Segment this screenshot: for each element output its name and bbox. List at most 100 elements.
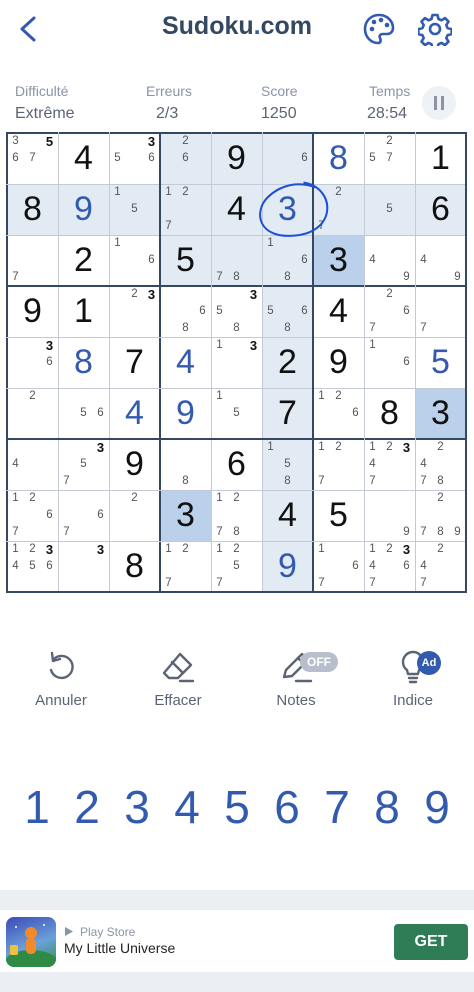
cell-value: 4 [278,496,297,534]
sudoku-cell[interactable]: 4 [58,133,109,184]
number-key-5[interactable]: 5 [212,780,262,840]
sudoku-cell[interactable]: 67 [58,490,109,541]
sudoku-cell[interactable]: 3 58 [211,286,262,337]
sudoku-cell[interactable]: 9 [313,337,364,388]
sudoku-cell[interactable]: 3 [262,184,313,235]
sudoku-cell[interactable]: 6 [262,133,313,184]
sudoku-cell[interactable]: 2 [109,490,160,541]
sudoku-cell[interactable]: 5 68 [262,286,313,337]
undo-button[interactable]: Annuler [6,650,116,709]
sudoku-cell[interactable]: 12 7 [313,439,364,490]
sudoku-cell[interactable]: 257 [364,133,415,184]
sudoku-cell[interactable]: 36 [7,337,58,388]
sudoku-cell[interactable]: 123 456 [7,541,58,592]
sudoku-cell[interactable]: 1 [415,133,466,184]
sudoku-cell[interactable]: 7 [262,388,313,439]
sudoku-cell[interactable]: 2 [58,235,109,286]
number-key-4[interactable]: 4 [162,780,212,840]
app-icon[interactable] [6,917,56,967]
sudoku-cell[interactable]: 8 [58,337,109,388]
sudoku-cell[interactable]: 56 [58,388,109,439]
sudoku-cell[interactable]: 123 4 6 7 [364,541,415,592]
sudoku-cell[interactable]: 4 [211,184,262,235]
sudoku-cell[interactable]: 27 [313,184,364,235]
sudoku-cell[interactable]: 3 5 67 [7,133,58,184]
sudoku-cell[interactable]: 7 [415,286,466,337]
sudoku-cell[interactable]: 5 [364,184,415,235]
sudoku-cell[interactable]: 126 [313,388,364,439]
sudoku-cell[interactable]: 24 7 [415,541,466,592]
sudoku-cell[interactable]: 5 [313,490,364,541]
sudoku-cell[interactable]: 7 [7,235,58,286]
sudoku-cell[interactable]: 9 [262,541,313,592]
sudoku-cell[interactable]: 12 7 [160,541,211,592]
number-key-7[interactable]: 7 [312,780,362,840]
sudoku-cell[interactable]: 357 [58,439,109,490]
sudoku-cell[interactable]: 3 5 6 [109,133,160,184]
sudoku-cell[interactable]: 16 [364,337,415,388]
sudoku-cell[interactable]: 6 [415,184,466,235]
sudoku-cell[interactable]: 23 [109,286,160,337]
sudoku-cell[interactable]: 3 [415,388,466,439]
sudoku-cell[interactable]: 9 [160,388,211,439]
sudoku-cell[interactable]: 1 [58,286,109,337]
sudoku-cell[interactable]: 8 [160,439,211,490]
sudoku-cell[interactable]: 15 8 [262,439,313,490]
sudoku-cell[interactable]: 4 [7,439,58,490]
sudoku-cell[interactable]: 5 [160,235,211,286]
number-key-6[interactable]: 6 [262,780,312,840]
number-key-8[interactable]: 8 [362,780,412,840]
sudoku-cell[interactable]: 123 4 7 [364,439,415,490]
number-key-1[interactable]: 1 [12,780,62,840]
sudoku-cell[interactable]: 8 [364,388,415,439]
sudoku-cell[interactable]: 8 [7,184,58,235]
sudoku-cell[interactable]: 1 6 7 [313,541,364,592]
sudoku-cell[interactable]: 9 [364,490,415,541]
erase-button[interactable]: Effacer [123,650,233,709]
sudoku-cell[interactable]: 12 7 [160,184,211,235]
sudoku-cell[interactable]: 8 [313,133,364,184]
sudoku-cell[interactable]: 3 [160,490,211,541]
sudoku-cell[interactable]: 4 [160,337,211,388]
number-key-9[interactable]: 9 [412,780,462,840]
sudoku-cell[interactable]: 15 [211,388,262,439]
sudoku-cell[interactable]: 3 [313,235,364,286]
sudoku-cell[interactable]: 9 [58,184,109,235]
get-button[interactable]: GET [394,924,468,960]
sudoku-cell[interactable]: 26 7 [364,286,415,337]
sudoku-cell[interactable]: 49 [364,235,415,286]
number-key-2[interactable]: 2 [62,780,112,840]
sudoku-cell[interactable]: 8 [109,541,160,592]
sudoku-cell[interactable]: 68 [160,286,211,337]
sudoku-cell[interactable]: 9 [211,133,262,184]
sudoku-cell[interactable]: 16 [109,235,160,286]
hint-button[interactable]: Indice [358,650,468,709]
sudoku-cell[interactable]: 26 [160,133,211,184]
sudoku-cell[interactable]: 5 [415,337,466,388]
sudoku-cell[interactable]: 78 [211,235,262,286]
sudoku-cell[interactable]: 4 [109,388,160,439]
sudoku-cell[interactable]: 3 [58,541,109,592]
sudoku-cell[interactable]: 12 78 [211,490,262,541]
sudoku-cell[interactable]: 9 [7,286,58,337]
sudoku-cell[interactable]: 4 [262,490,313,541]
sudoku-cell[interactable]: 49 [415,235,466,286]
sudoku-cell[interactable]: 2 789 [415,490,466,541]
gear-icon[interactable] [418,12,452,46]
number-key-3[interactable]: 3 [112,780,162,840]
cell-note: 7 [420,577,427,590]
sudoku-cell[interactable]: 15 [109,184,160,235]
sudoku-cell[interactable]: 7 [109,337,160,388]
palette-icon[interactable] [362,12,396,46]
sudoku-cell[interactable]: 12 57 [211,541,262,592]
sudoku-cell[interactable]: 6 [211,439,262,490]
sudoku-cell[interactable]: 13 [211,337,262,388]
sudoku-cell[interactable]: 4 [313,286,364,337]
pause-button[interactable] [422,86,456,120]
sudoku-cell[interactable]: 2 [7,388,58,439]
sudoku-cell[interactable]: 9 [109,439,160,490]
sudoku-cell[interactable]: 126 7 [7,490,58,541]
sudoku-cell[interactable]: 2 [262,337,313,388]
sudoku-cell[interactable]: 1 68 [262,235,313,286]
sudoku-cell[interactable]: 24 78 [415,439,466,490]
